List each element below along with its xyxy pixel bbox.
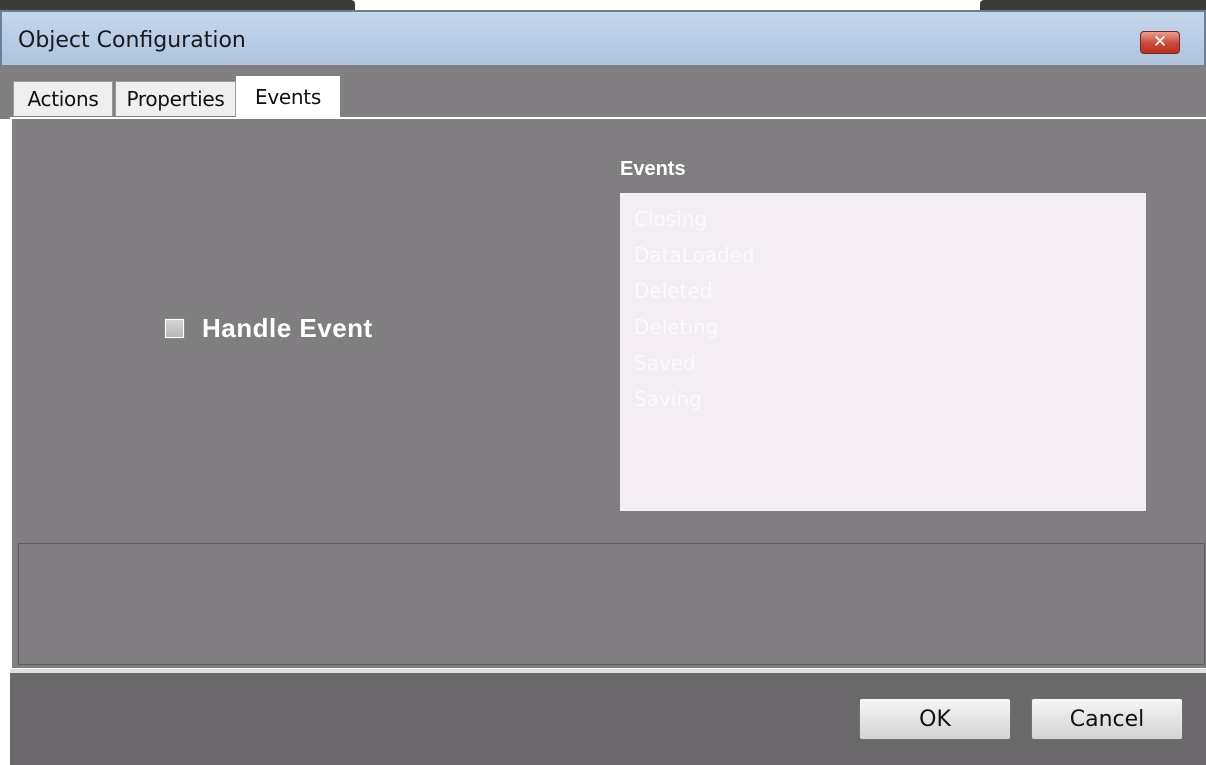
dialog-footer [10, 673, 1206, 765]
window-title: Object Configuration [18, 28, 246, 53]
handle-event-option[interactable]: Handle Event [164, 313, 373, 344]
handle-event-label: Handle Event [202, 313, 373, 343]
ok-button[interactable]: OK [859, 698, 1011, 740]
handle-event-checkbox[interactable] [164, 318, 185, 339]
cancel-button[interactable]: Cancel [1031, 698, 1183, 740]
list-item[interactable]: DataLoaded [634, 237, 1146, 273]
list-item[interactable]: Saving [634, 381, 1146, 417]
tab-actions[interactable]: Actions [13, 81, 113, 116]
events-listbox[interactable]: Closing DataLoaded Deleted Deleting Save… [620, 193, 1146, 511]
tab-properties[interactable]: Properties [115, 81, 236, 116]
list-item[interactable]: Deleting [634, 309, 1146, 345]
description-box [18, 543, 1205, 665]
close-button[interactable]: ✕ [1140, 31, 1180, 54]
events-list-heading: Events [620, 158, 686, 180]
screen-top-strip [0, 0, 1206, 12]
list-item[interactable]: Saved [634, 345, 1146, 381]
list-item[interactable]: Deleted [634, 273, 1146, 309]
tab-strip: Actions Properties Events [0, 65, 1206, 129]
close-icon: ✕ [1152, 32, 1168, 52]
list-item[interactable]: Closing [634, 201, 1146, 237]
